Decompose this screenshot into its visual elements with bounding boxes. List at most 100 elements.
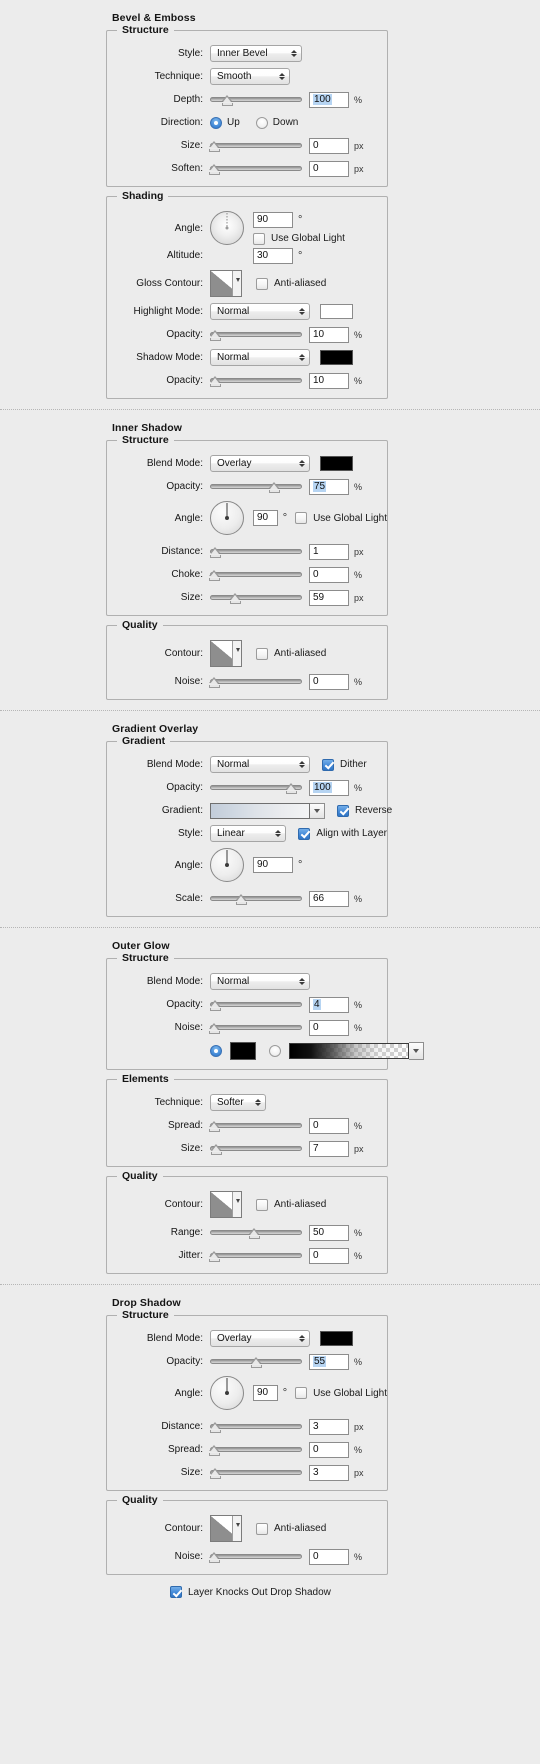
blend-mode-select[interactable]: Overlay xyxy=(210,455,310,472)
shadow-opacity-slider[interactable] xyxy=(209,374,302,388)
size-slider[interactable] xyxy=(209,1466,302,1480)
slider-knob[interactable] xyxy=(210,1143,222,1154)
size-input[interactable]: 59 xyxy=(309,589,349,606)
direction-radio-up[interactable] xyxy=(210,116,222,129)
align-with-layer-checkbox[interactable] xyxy=(298,827,311,840)
dither-checkbox[interactable] xyxy=(322,758,334,771)
slider-knob[interactable] xyxy=(208,1444,220,1455)
spread-input[interactable]: 0 xyxy=(309,1117,349,1134)
noise-input[interactable]: 0 xyxy=(309,1019,349,1036)
opacity-input[interactable]: 100 xyxy=(309,779,349,796)
slider-knob[interactable] xyxy=(208,163,220,174)
glow-gradient-radio[interactable] xyxy=(269,1045,281,1057)
slider-knob[interactable] xyxy=(285,782,297,793)
slider-knob[interactable] xyxy=(209,1421,221,1432)
technique-select[interactable]: Softer xyxy=(210,1094,266,1111)
use-global-light-checkbox[interactable] xyxy=(295,512,308,524)
blend-mode-select[interactable]: Overlay xyxy=(210,1330,310,1347)
highlight-opacity-input[interactable]: 10 xyxy=(309,326,349,343)
angle-input[interactable]: 90 xyxy=(253,1385,278,1401)
anti-aliased-checkbox[interactable] xyxy=(256,647,268,660)
size-input[interactable]: 3 xyxy=(309,1464,349,1481)
size-input[interactable]: 0 xyxy=(309,137,349,154)
glow-color-swatch[interactable] xyxy=(230,1042,256,1060)
altitude-input[interactable]: 30 xyxy=(253,247,293,264)
depth-input[interactable]: 100 xyxy=(309,91,349,108)
use-global-light-checkbox[interactable] xyxy=(295,1387,308,1399)
scale-input[interactable]: 66 xyxy=(309,890,349,907)
gloss-contour-thumbnail[interactable] xyxy=(210,270,242,297)
size-slider[interactable] xyxy=(208,139,302,153)
size-slider[interactable] xyxy=(210,591,302,605)
soften-input[interactable]: 0 xyxy=(309,160,349,177)
noise-input[interactable]: 0 xyxy=(309,673,349,690)
reverse-checkbox[interactable] xyxy=(337,804,349,817)
size-input[interactable]: 7 xyxy=(309,1140,349,1157)
angle-input[interactable]: 90 xyxy=(253,211,293,228)
direction-radio-down[interactable] xyxy=(255,116,268,129)
shadow-color-swatch[interactable] xyxy=(320,456,353,471)
size-slider[interactable] xyxy=(210,1142,302,1156)
opacity-input[interactable]: 4 xyxy=(309,996,349,1013)
choke-input[interactable]: 0 xyxy=(309,566,349,583)
slider-knob[interactable] xyxy=(269,481,280,492)
distance-input[interactable]: 3 xyxy=(309,1418,349,1435)
angle-input[interactable]: 90 xyxy=(253,857,293,873)
anti-aliased-checkbox[interactable] xyxy=(256,1198,268,1211)
slider-knob[interactable] xyxy=(209,329,221,340)
gradient-preview[interactable] xyxy=(210,802,310,819)
spread-input[interactable]: 0 xyxy=(309,1441,349,1458)
range-input[interactable]: 50 xyxy=(309,1224,349,1241)
distance-slider[interactable] xyxy=(209,1420,302,1434)
slider-knob[interactable] xyxy=(209,999,221,1010)
opacity-slider[interactable] xyxy=(210,480,302,494)
slider-knob[interactable] xyxy=(208,1250,220,1261)
slider-knob[interactable] xyxy=(208,676,220,687)
distance-slider[interactable] xyxy=(209,545,302,559)
contour-thumbnail[interactable] xyxy=(210,1515,242,1542)
opacity-slider[interactable] xyxy=(210,781,302,795)
slider-knob[interactable] xyxy=(208,140,220,151)
noise-slider[interactable] xyxy=(208,675,302,689)
slider-knob[interactable] xyxy=(208,1551,220,1562)
slider-knob[interactable] xyxy=(221,94,233,105)
slider-knob[interactable] xyxy=(209,546,221,557)
contour-dropdown-arrow-icon[interactable] xyxy=(232,641,241,666)
opacity-slider[interactable] xyxy=(209,998,302,1012)
scale-slider[interactable] xyxy=(210,892,302,906)
contour-dropdown-arrow-icon[interactable] xyxy=(232,271,241,296)
style-select[interactable]: Inner Bevel xyxy=(210,45,302,62)
shadow-opacity-input[interactable]: 10 xyxy=(309,372,349,389)
highlight-opacity-slider[interactable] xyxy=(209,328,302,342)
opacity-input[interactable]: 75 xyxy=(309,478,349,495)
contour-dropdown-arrow-icon[interactable] xyxy=(232,1516,241,1541)
slider-knob[interactable] xyxy=(251,1356,262,1367)
slider-knob[interactable] xyxy=(209,375,221,386)
depth-slider[interactable] xyxy=(210,93,302,107)
anti-aliased-checkbox[interactable] xyxy=(256,277,268,290)
jitter-slider[interactable] xyxy=(208,1249,302,1263)
spread-slider[interactable] xyxy=(208,1443,302,1457)
angle-input[interactable]: 90 xyxy=(253,510,278,526)
angle-dial[interactable] xyxy=(210,848,244,882)
blend-mode-select[interactable]: Normal xyxy=(210,756,310,773)
glow-color-radio[interactable] xyxy=(210,1045,222,1057)
use-global-light-checkbox[interactable] xyxy=(253,232,265,245)
gradient-picker-button[interactable] xyxy=(310,802,325,819)
slider-knob[interactable] xyxy=(208,1022,220,1033)
noise-slider[interactable] xyxy=(208,1550,302,1564)
soften-slider[interactable] xyxy=(208,162,302,176)
slider-knob[interactable] xyxy=(209,1467,221,1478)
slider-knob[interactable] xyxy=(229,592,241,603)
gradient-style-select[interactable]: Linear xyxy=(210,825,287,842)
distance-input[interactable]: 1 xyxy=(309,543,349,560)
angle-dial[interactable] xyxy=(210,501,244,535)
contour-thumbnail[interactable] xyxy=(210,1191,242,1218)
slider-knob[interactable] xyxy=(208,1120,220,1131)
glow-gradient-picker-button[interactable] xyxy=(409,1042,424,1060)
contour-thumbnail[interactable] xyxy=(210,640,242,667)
highlight-color-swatch[interactable] xyxy=(320,304,353,319)
highlight-mode-select[interactable]: Normal xyxy=(210,303,310,320)
technique-select[interactable]: Smooth xyxy=(210,68,290,85)
angle-dial[interactable] xyxy=(210,211,244,245)
